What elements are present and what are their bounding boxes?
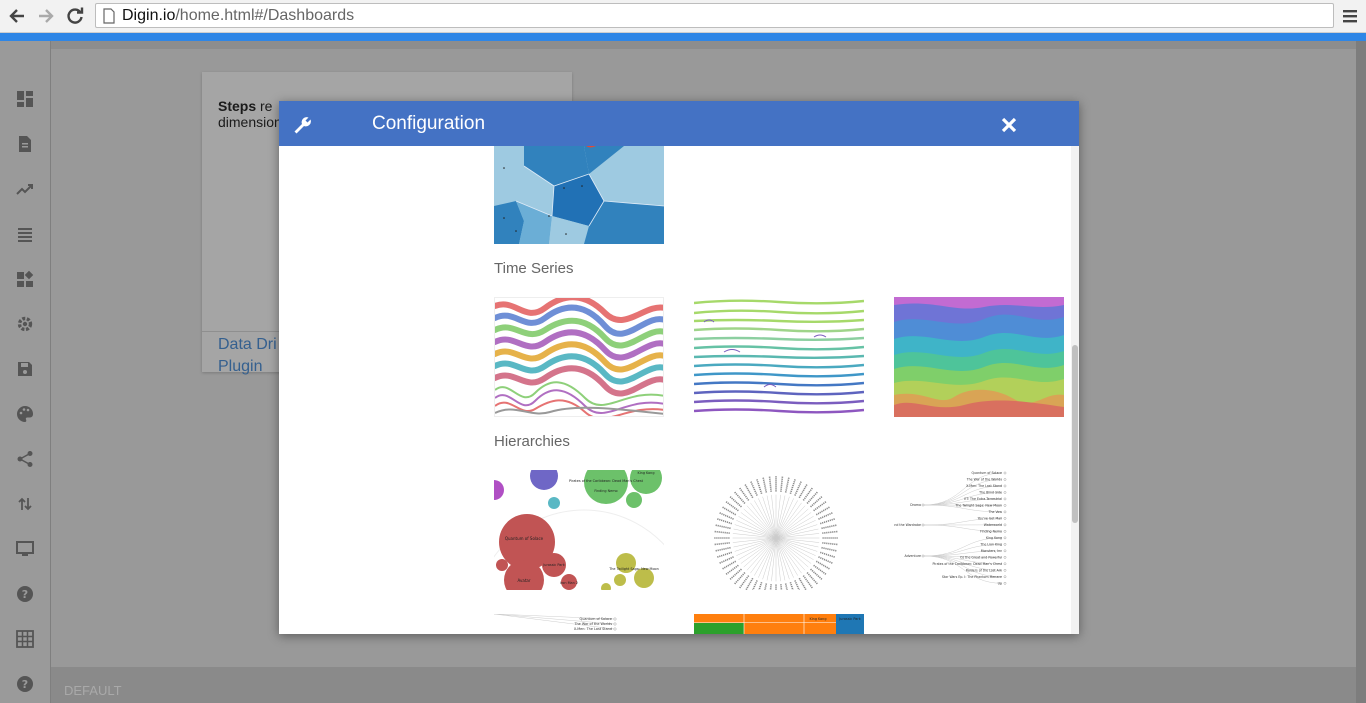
treemap-thumbnail-partial[interactable]: King Kong Jurassic Park (694, 614, 864, 634)
tree-leaf-label: Waterworld (984, 523, 1002, 527)
tree-leaf-label: The War of the Worlds (966, 477, 1003, 481)
footer-default-tab[interactable]: DEFAULT (64, 683, 122, 698)
streamgraph-lines-thumbnail[interactable] (494, 297, 664, 417)
url-path: /home.html#/Dashboards (175, 6, 355, 24)
tree-leaf-label: The Lion King (979, 542, 1002, 546)
tree-leaf-label: ET: The Extra-Terrestrial (964, 497, 1002, 501)
modal-title: Configuration (372, 113, 486, 134)
bubble-pack-thumbnail[interactable]: Quantum of Solace Pirates of the Caribbe… (494, 470, 664, 590)
help-icon[interactable]: ? (14, 583, 36, 605)
palette-icon[interactable] (14, 403, 36, 425)
card-steps-text: Steps re dimension (218, 98, 282, 130)
lower-tree-label-2: X-Men: The Last Stand (574, 627, 612, 631)
save-icon[interactable] (14, 358, 36, 380)
steps-line2: dimension (218, 114, 282, 130)
svg-text:?: ? (22, 678, 28, 691)
dashboard-icon[interactable] (14, 88, 36, 110)
bubble-label-7: Finding Nemo (594, 489, 617, 493)
steps-bold: Steps (218, 98, 257, 114)
document-icon[interactable] (14, 133, 36, 155)
trending-icon[interactable] (14, 178, 36, 200)
treemap-label-1: Jurassic Park (838, 617, 860, 621)
gear-icon[interactable] (14, 313, 36, 335)
bubble-label-4: Iron Man 2 (560, 581, 578, 585)
tree-leaf-label: Star Wars Ep. I: The Phantom Menace (942, 575, 1002, 579)
horizontal-tree-thumbnail[interactable]: Quantum of Solace The War of the Worlds X-… (894, 470, 1064, 590)
treemap-label-0: King Kong (810, 617, 827, 621)
back-arrow-icon (9, 9, 24, 23)
steps-rest: re (256, 98, 273, 114)
modal-body: Time Series Hierarchies Quantum of Solac… (279, 146, 1071, 634)
tree-root-label: The Chronicles of Narnia: The Lion, the … (894, 523, 921, 527)
help-icon-2[interactable]: ? (14, 673, 36, 695)
monitor-icon[interactable] (14, 538, 36, 560)
tree-leaf-label: The Twilight Saga: New Moon (954, 503, 1002, 507)
page-icon (103, 7, 115, 24)
share-icon[interactable] (14, 448, 36, 470)
grid-icon[interactable] (14, 628, 36, 650)
tree-root-label: Adventure (905, 554, 922, 558)
bubble-label-5: Jurassic Park (542, 563, 564, 567)
hamburger-icon (1343, 10, 1357, 23)
voronoi-thumbnail[interactable] (494, 146, 664, 244)
tree-leaf-label: Up (998, 581, 1002, 585)
bubble-label-3: Avatar (518, 578, 531, 583)
section-hierarchies: Hierarchies (494, 433, 570, 450)
tree-leaf-label: The Blind Side (978, 490, 1002, 494)
svg-text:?: ? (22, 588, 28, 601)
section-time-series: Time Series (494, 260, 574, 277)
reload-button[interactable] (64, 5, 86, 27)
close-icon[interactable] (1001, 117, 1017, 133)
top-accent-strip (0, 33, 1366, 41)
modal-scrollbar-thumb[interactable] (1072, 345, 1078, 523)
forward-button[interactable] (35, 5, 57, 27)
footer-tab-strip: DEFAULT (51, 667, 1356, 703)
tree-leaf-label: Raiders of the Lost Ark (966, 568, 1002, 572)
tree-leaf-label: Oz the Great and Powerful (960, 555, 1002, 559)
browser-toolbar: Digin.io/home.html#/Dashboards (0, 0, 1366, 33)
tree-leaf-label: Monsters, Inc (981, 549, 1003, 553)
tree-leaf-label: X-Men: The Last Stand (966, 484, 1002, 488)
browser-menu-button[interactable] (1340, 6, 1360, 26)
bubble-label-1: Quantum of Solace (505, 536, 544, 541)
list-icon[interactable] (14, 223, 36, 245)
ridgeline-thumbnail[interactable] (694, 297, 864, 417)
url-domain: Digin.io (122, 6, 176, 24)
reload-icon (67, 7, 84, 24)
bubble-label-6: King Kong (638, 471, 655, 475)
tree-leaf-label: The Vow (988, 510, 1003, 514)
tree-leaf-label: Quantum of Solace (971, 471, 1002, 475)
radial-tree-thumbnail[interactable] (694, 470, 864, 590)
tree-leaf-label: You've Got Mail (978, 516, 1003, 520)
configuration-modal: Configuration Time Series Hierarchies Qu… (279, 101, 1079, 634)
bubble-label-0: Pirates of the Caribbean: Dead Man's Che… (569, 479, 644, 483)
lower-tree-label-1: The War of the Worlds (573, 622, 612, 626)
tree-leaf-label: King Kong (986, 536, 1002, 540)
stacked-area-thumbnail[interactable] (894, 297, 1064, 417)
tree-leaf-label: Finding Nemo (980, 529, 1002, 533)
bubble-label-2: The Twilight Saga: New Moon (608, 567, 659, 571)
sidebar: ? ? (0, 41, 51, 703)
address-bar[interactable]: Digin.io/home.html#/Dashboards (95, 3, 1334, 28)
forward-arrow-icon (39, 9, 54, 23)
tree-root-label: Drama (910, 503, 921, 507)
tree-leaf-label: Pirates of the Caribbean: Dead Man's Che… (933, 562, 1003, 566)
tree-thumbnail-partial[interactable]: Quantum of Solace The War of the Worlds … (494, 614, 664, 634)
lower-tree-label-0: Quantum of Solace (580, 617, 612, 621)
back-button[interactable] (6, 5, 28, 27)
modal-header: Configuration (279, 101, 1079, 146)
widgets-icon[interactable] (14, 268, 36, 290)
wrench-icon (294, 117, 311, 134)
sort-arrows-icon[interactable] (14, 493, 36, 515)
page-scrollbar[interactable] (1356, 41, 1366, 703)
